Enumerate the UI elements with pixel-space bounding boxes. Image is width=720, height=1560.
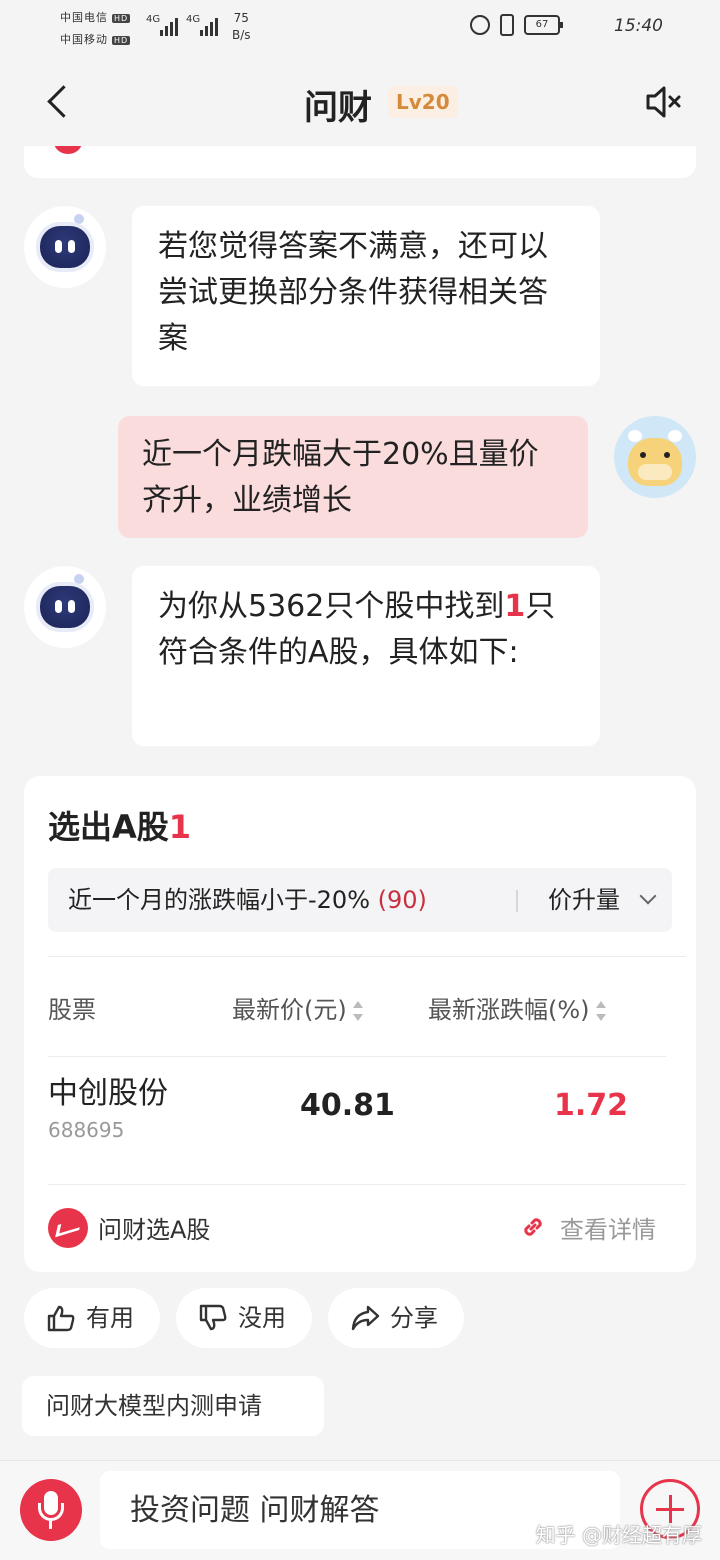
carrier-1: 中国电信 HD <box>60 11 131 24</box>
mute-icon[interactable] <box>644 82 684 122</box>
filter-chip[interactable]: 价升量 <box>548 868 620 932</box>
divider <box>48 956 686 957</box>
clock: 15:40 <box>614 16 663 36</box>
filter-bar[interactable]: 近一个月的涨跌幅小于-20% (90) 价升量 <box>48 868 672 932</box>
result-count: 1 <box>168 808 192 846</box>
level-badge: Lv20 <box>388 86 458 118</box>
user-message: 近一个月跌幅大于20%且量价齐升，业绩增长 <box>118 416 588 538</box>
status-bar: 中国电信 HD 中国移动 HD 4G 4G 75 B/s 67 15:40 <box>0 0 720 56</box>
stock-result-card: 选出A股1 近一个月的涨跌幅小于-20% (90) 价升量 股票 最新价(元) … <box>24 776 696 1272</box>
column-header-stock: 股票 <box>48 996 96 1024</box>
alarm-icon <box>470 15 490 35</box>
user-avatar <box>614 416 696 498</box>
bot-message: 为你从5362只个股中找到1只符合条件的A股，具体如下: <box>132 566 600 746</box>
beta-apply-button[interactable]: 问财大模型内测申请 <box>22 1376 324 1436</box>
signal-icon <box>160 16 178 36</box>
match-count: 1 <box>504 589 526 624</box>
divider <box>516 890 518 912</box>
bot-avatar <box>24 206 106 288</box>
bot-avatar <box>24 566 106 648</box>
watermark: 知乎 @财经超有厚 <box>535 1523 702 1547</box>
microphone-icon[interactable] <box>20 1479 82 1541</box>
divider <box>48 1184 686 1185</box>
nav-bar: 问财 Lv20 <box>0 56 720 148</box>
useful-button[interactable]: 有用 <box>24 1288 160 1348</box>
stock-price: 40.81 <box>300 1088 395 1123</box>
divider <box>48 1056 666 1057</box>
previous-card <box>24 146 696 178</box>
column-header-change[interactable]: 最新涨跌幅(%) <box>428 990 606 1025</box>
trend-icon <box>48 1208 88 1248</box>
network-type-1: 4G <box>146 14 161 25</box>
network-speed: 75 B/s <box>232 11 251 42</box>
bot-message: 若您觉得答案不满意，还可以尝试更换部分条件获得相关答案 <box>132 206 600 386</box>
network-type-2: 4G <box>186 14 201 25</box>
status-icons: 67 <box>470 14 563 36</box>
sort-icon <box>352 1000 363 1022</box>
page-title: 问财 <box>304 88 372 128</box>
card-title: 选出A股1 <box>48 808 192 846</box>
share-button[interactable]: 分享 <box>328 1288 464 1348</box>
filter-chip[interactable]: 近一个月的涨跌幅小于-20% (90) <box>68 868 427 932</box>
input-bar: 知乎 @财经超有厚 <box>0 1460 720 1560</box>
chevron-down-icon[interactable] <box>639 887 657 905</box>
useless-button[interactable]: 没用 <box>176 1288 312 1348</box>
column-header-price[interactable]: 最新价(元) <box>232 990 363 1025</box>
view-details-link[interactable]: 查看详情 <box>560 1210 656 1245</box>
battery-icon: 67 <box>524 15 563 35</box>
link-icon[interactable] <box>520 1214 546 1240</box>
back-icon[interactable] <box>44 84 72 120</box>
sort-icon <box>595 1000 606 1022</box>
stock-name[interactable]: 中创股份 <box>48 1068 168 1112</box>
carrier-2: 中国移动 HD <box>60 33 131 46</box>
signal-icon <box>200 16 218 36</box>
brand-label: 问财选A股 <box>98 1216 211 1244</box>
thumbs-up-icon <box>47 1305 75 1332</box>
thumbs-down-icon <box>199 1304 227 1331</box>
vibrate-icon <box>500 14 514 36</box>
stock-code: 688695 <box>48 1118 125 1142</box>
share-icon <box>351 1305 380 1331</box>
stock-change: 1.72 <box>553 1088 628 1123</box>
